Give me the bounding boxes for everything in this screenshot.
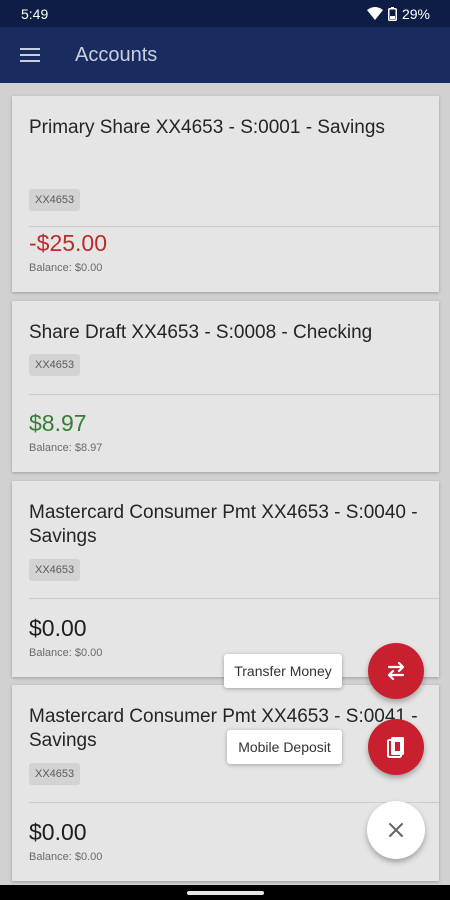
transfer-money-label[interactable]: Transfer Money [224, 654, 342, 688]
home-gesture-handle[interactable] [187, 891, 264, 895]
wifi-icon [366, 7, 383, 20]
page-title: Accounts [75, 43, 158, 66]
app-bar: Accounts [0, 27, 450, 83]
menu-button[interactable] [0, 27, 60, 83]
system-nav-bar [0, 885, 450, 900]
battery-icon [387, 6, 397, 21]
battery-percent: 29% [401, 5, 430, 22]
check-deposit-icon [387, 737, 404, 758]
close-icon [389, 823, 403, 837]
mobile-deposit-button[interactable] [368, 719, 424, 775]
status-bar: 5:49 29% [0, 0, 450, 27]
transfer-arrows-icon [387, 662, 405, 680]
hamburger-menu-icon [20, 48, 40, 62]
status-icons: 29% [366, 5, 430, 22]
close-speed-dial-button[interactable] [367, 801, 425, 859]
status-time: 5:49 [21, 5, 49, 22]
transfer-money-button[interactable] [368, 643, 424, 699]
mobile-deposit-label[interactable]: Mobile Deposit [227, 730, 342, 764]
